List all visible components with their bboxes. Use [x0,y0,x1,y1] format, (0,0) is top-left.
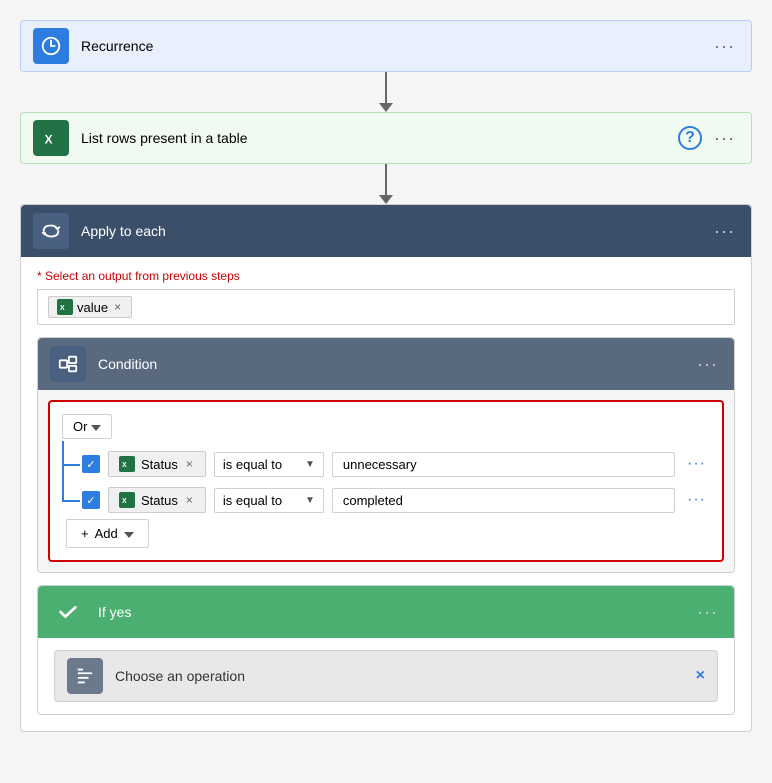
check-icon [50,594,86,630]
choose-op-close-button[interactable]: × [696,667,705,685]
row-more-button-2[interactable]: ··· [683,489,710,511]
condition-body: Or ✓ X Status [48,400,724,562]
select-label: * Select an output from previous steps [37,269,735,283]
operator-text-2: is equal to [223,493,282,508]
condition-row-2: ✓ X Status × is equal to ▼ complet [62,487,710,513]
field-name-2: Status [141,493,178,508]
flow-canvas: Recurrence ··· X List rows present in a … [20,20,752,763]
recurrence-card: Recurrence ··· [20,20,752,72]
svg-text:X: X [122,498,127,505]
recurrence-actions: ··· [710,32,739,61]
arrow-2 [379,164,393,204]
field-excel-icon-1: X [119,456,135,472]
field-close-1[interactable]: × [184,457,195,471]
value-input-2[interactable]: completed [332,488,675,513]
choose-op-actions: × [696,667,705,685]
apply-each-actions: ··· [710,217,739,246]
operator-text-1: is equal to [223,457,282,472]
pill-close-button[interactable]: × [112,300,123,314]
apply-each-body: * Select an output from previous steps X… [21,257,751,731]
value-pill: X value × [48,296,132,318]
excel-icon: X [33,120,69,156]
if-yes-actions: ··· [693,598,722,627]
choose-op-icon [67,658,103,694]
apply-each-title: Apply to each [81,223,710,239]
condition-more-button[interactable]: ··· [693,350,722,379]
field-pill-1: X Status × [108,451,206,477]
help-button[interactable]: ? [678,126,702,150]
arrow-line-2 [385,164,387,195]
list-rows-more-button[interactable]: ··· [710,124,739,153]
value-pill-row: X value × [37,289,735,325]
or-button[interactable]: Or [62,414,112,439]
if-yes-more-button[interactable]: ··· [693,598,722,627]
svg-text:X: X [45,133,53,147]
field-excel-icon-2: X [119,492,135,508]
operator-select-2[interactable]: is equal to ▼ [214,488,324,513]
list-rows-actions: ? ··· [678,124,739,153]
vertical-line-2 [62,477,64,500]
list-rows-card: X List rows present in a table ? ··· [20,112,752,164]
pill-excel-icon: X [57,299,73,315]
condition-actions: ··· [693,350,722,379]
if-yes-body: Choose an operation × [38,638,734,714]
arrow-1 [379,72,393,112]
condition-icon [50,346,86,382]
loop-icon [33,213,69,249]
horizontal-line-1 [62,464,80,466]
or-dropdown: Or [62,414,710,439]
recurrence-icon [33,28,69,64]
arrow-line [385,72,387,103]
arrow-head [379,103,393,112]
recurrence-more-button[interactable]: ··· [710,32,739,61]
or-label: Or [73,419,87,434]
choose-op-card: Choose an operation × [54,650,718,702]
if-yes-container: If yes ··· [37,585,735,715]
condition-row-1: ✓ X Status × is equal to ▼ unneces [62,451,710,477]
checkbox-2[interactable]: ✓ [82,491,100,509]
row-more-button-1[interactable]: ··· [683,453,710,475]
condition-container: Condition ··· Or [37,337,735,573]
svg-text:X: X [60,305,65,312]
checkbox-1[interactable]: ✓ [82,455,100,473]
chevron-down-icon [91,419,101,434]
value-input-1[interactable]: unnecessary [332,452,675,477]
add-chevron-icon [124,526,134,541]
field-pill-2: X Status × [108,487,206,513]
apply-each-header: Apply to each ··· [21,205,751,257]
apply-each-container: Apply to each ··· * Select an output fro… [20,204,752,732]
condition-header: Condition ··· [38,338,734,390]
choose-op-title: Choose an operation [115,668,696,684]
recurrence-title: Recurrence [81,38,710,54]
field-name-1: Status [141,457,178,472]
chevron-down-icon-1: ▼ [305,459,315,470]
horizontal-line-2 [62,500,80,502]
arrow-head-2 [379,195,393,204]
field-close-2[interactable]: × [184,493,195,507]
condition-title: Condition [98,356,693,372]
add-icon: + [81,526,89,541]
if-yes-title: If yes [98,604,693,620]
if-yes-header: If yes ··· [38,586,734,638]
apply-each-more-button[interactable]: ··· [710,217,739,246]
svg-text:X: X [122,462,127,469]
add-button[interactable]: + Add [66,519,149,548]
chevron-down-icon-2: ▼ [305,495,315,506]
add-label: Add [95,526,118,541]
pill-text: value [77,300,108,315]
list-rows-title: List rows present in a table [81,130,678,146]
operator-select-1[interactable]: is equal to ▼ [214,452,324,477]
